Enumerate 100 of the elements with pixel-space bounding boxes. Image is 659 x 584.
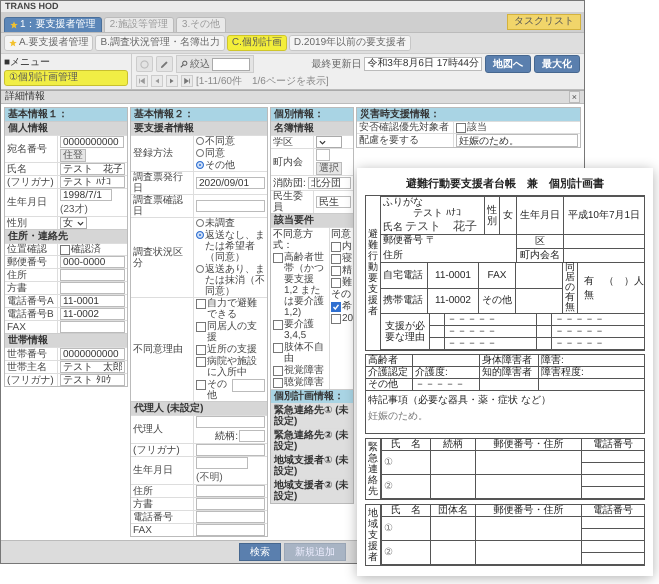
column-header: 氏 名 — [382, 505, 430, 516]
table-cell: 介護認定 — [366, 366, 412, 378]
tab[interactable]: 1：要支援者管理 — [4, 17, 102, 32]
close-button[interactable]: × — [568, 91, 580, 103]
tab[interactable]: B.調査状況管理・名簿出力 — [95, 35, 225, 51]
text-field[interactable] — [196, 524, 265, 536]
caret-icon — [319, 138, 326, 146]
first-page-button[interactable] — [136, 75, 148, 87]
tab[interactable]: A.要支援者管理 — [4, 35, 94, 51]
group-label: 同意 — [331, 229, 352, 240]
section-heading: 名簿情報 — [271, 121, 353, 135]
text-field[interactable] — [196, 444, 265, 456]
text-field[interactable]: テスト ﾊﾅｺ — [60, 176, 125, 188]
radio-button[interactable] — [196, 161, 204, 169]
filter-label: 絞込 — [190, 58, 210, 71]
task-list-button[interactable]: タスクリスト — [507, 14, 581, 30]
text-field[interactable]: 0000000000 — [60, 136, 124, 148]
text-field[interactable] — [196, 416, 265, 428]
field-label: 消防団: — [273, 176, 306, 190]
dropdown[interactable]: 女 — [60, 217, 87, 229]
text-area[interactable]: 妊娠のため。 — [456, 134, 578, 147]
checkbox[interactable] — [273, 320, 283, 330]
text-field[interactable]: 11-0001 — [60, 295, 125, 307]
text-field[interactable] — [196, 498, 265, 510]
footer-button[interactable]: 検索 — [239, 543, 281, 561]
toolbar-button[interactable]: 最大化 — [534, 55, 580, 73]
panel-heading: 災害時支援情報： — [357, 108, 580, 121]
link[interactable]: 緊急連絡先① (未設定) — [271, 404, 353, 428]
checkbox-label: 病院や施設に入所中 — [207, 356, 258, 378]
radio-button[interactable] — [196, 265, 204, 273]
table-cell: 性別 — [487, 204, 497, 226]
date-field[interactable]: 1998/7/1 — [60, 189, 112, 201]
text-field[interactable] — [196, 511, 265, 523]
first-page-icon — [138, 77, 146, 85]
text-field[interactable]: テスト ﾀﾛｳ — [60, 374, 125, 386]
checkbox[interactable] — [456, 123, 466, 133]
link[interactable]: 地域支援者② (未設定) — [271, 479, 353, 503]
checkbox[interactable] — [196, 357, 206, 367]
checkbox[interactable] — [331, 254, 341, 264]
text-field[interactable]: 11-0002 — [60, 308, 125, 320]
field-label: 調査状況区分 — [131, 218, 194, 297]
filter-field[interactable] — [212, 58, 250, 70]
circle-icon — [140, 60, 149, 68]
checkbox[interactable] — [331, 314, 341, 324]
checkbox[interactable] — [331, 302, 341, 312]
checkbox[interactable] — [273, 253, 283, 263]
link[interactable]: 地域支援者① (未設定) — [271, 454, 353, 478]
table-cell: 女 — [500, 196, 516, 234]
text-field[interactable] — [60, 269, 125, 281]
text-field[interactable] — [196, 485, 265, 497]
field-label: 住所 — [131, 485, 194, 497]
next-page-button[interactable] — [166, 75, 178, 87]
radio-button[interactable] — [196, 137, 204, 145]
table-cell-text: ふりがな — [383, 197, 424, 208]
checkbox[interactable] — [196, 380, 206, 390]
checkbox[interactable] — [273, 378, 283, 388]
checkbox[interactable] — [196, 322, 206, 332]
checkbox[interactable] — [331, 266, 341, 276]
date-field[interactable] — [196, 457, 248, 469]
previous-page-icon — [153, 77, 161, 85]
text-field[interactable] — [196, 200, 265, 212]
field-label: 登録方法 — [131, 136, 194, 171]
previous-page-button[interactable] — [151, 75, 163, 87]
checkbox[interactable] — [273, 366, 283, 376]
checkbox[interactable] — [196, 345, 206, 355]
toolbar-button[interactable]: 地図へ — [485, 55, 531, 73]
radio-button[interactable] — [196, 219, 204, 227]
text-field[interactable] — [60, 321, 125, 333]
dropdown[interactable] — [316, 136, 342, 148]
link[interactable]: 緊急連絡先② (未設定) — [271, 429, 353, 453]
radio-button[interactable] — [196, 149, 204, 157]
text-field[interactable]: 000-0000 — [60, 256, 125, 268]
text-field[interactable] — [60, 282, 125, 294]
checkbox[interactable] — [273, 343, 283, 353]
field-label: 方書 — [5, 282, 58, 294]
text-field[interactable]: 民生 — [316, 196, 351, 208]
text-field[interactable]: 北分団 — [308, 177, 351, 189]
panel-heading: 個別情報： — [271, 108, 353, 121]
last-page-button[interactable] — [181, 75, 193, 87]
menu-item[interactable]: ①個別計画管理 — [4, 70, 128, 86]
table-cell-text: 有 （ ）人 — [583, 276, 642, 286]
text-field[interactable]: 0000000000 — [60, 348, 125, 360]
radio-button[interactable] — [196, 231, 204, 239]
small-button[interactable]: 選択 — [316, 162, 342, 175]
checkbox[interactable] — [60, 245, 70, 255]
field-label: 生年月日 — [5, 189, 58, 216]
text-field[interactable] — [239, 430, 265, 442]
edit-button[interactable] — [156, 56, 173, 72]
field-label: 住所 — [5, 269, 58, 281]
checkbox[interactable] — [331, 242, 341, 252]
section-heading: 世帯情報 — [5, 333, 127, 347]
tab[interactable]: D.2019年以前の要支援者 — [288, 35, 412, 51]
checkbox-label: 自力で避難できる — [207, 298, 258, 320]
text-field[interactable]: 2020/09/01 — [196, 177, 265, 189]
text-field[interactable] — [316, 149, 330, 161]
tab[interactable]: C.個別計画 — [226, 35, 287, 51]
checkbox[interactable] — [331, 278, 341, 288]
small-button[interactable]: 住登 — [60, 149, 86, 162]
checkbox[interactable] — [196, 299, 206, 309]
search-icon — [180, 60, 188, 68]
